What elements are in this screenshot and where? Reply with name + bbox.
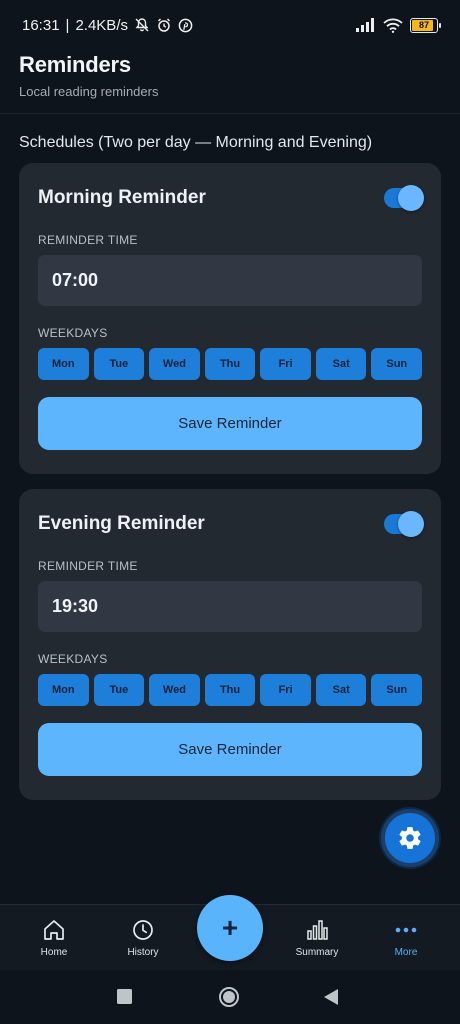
day-chip-fri[interactable]: Fri (260, 674, 311, 706)
status-net-speed: 2.4KB/s (75, 16, 128, 34)
add-button[interactable]: + (197, 895, 263, 961)
nav-item-more[interactable]: More (371, 919, 441, 958)
mute-icon (134, 17, 150, 33)
nav-label-history: History (127, 947, 159, 958)
more-icon (395, 919, 417, 941)
day-chip-mon[interactable]: Mon (38, 674, 89, 706)
recent-apps-button[interactable] (117, 989, 132, 1009)
morning-reminder-card: Morning Reminder REMINDER TIME 07:00 WEE… (19, 163, 441, 474)
home-icon (42, 919, 66, 941)
nav-label-more: More (394, 947, 418, 958)
nav-item-home[interactable]: Home (19, 919, 89, 958)
day-chip-wed[interactable]: Wed (149, 348, 200, 380)
save-morning-reminder-button[interactable]: Save Reminder (38, 397, 422, 450)
weekday-selector: Mon Tue Wed Thu Fri Sat Sun (38, 348, 423, 380)
evening-reminder-card: Evening Reminder REMINDER TIME 19:30 WEE… (19, 489, 441, 800)
alarm-icon (156, 17, 172, 33)
day-chip-mon[interactable]: Mon (38, 348, 89, 380)
battery-percent: 87 (418, 20, 429, 30)
app-header: Reminders Local reading reminders (0, 52, 460, 114)
battery-icon: 87 (410, 17, 441, 33)
wifi-icon (383, 18, 403, 33)
toggle-knob (398, 511, 424, 537)
day-chip-tue[interactable]: Tue (93, 348, 145, 380)
card-title: Evening Reminder (38, 513, 205, 534)
weekday-selector: Mon Tue Wed Thu Fri Sat Sun (38, 674, 423, 706)
back-button[interactable] (323, 988, 339, 1011)
evening-time-input[interactable]: 19:30 (38, 581, 422, 632)
day-chip-sun[interactable]: Sun (371, 348, 423, 380)
settings-button[interactable] (381, 809, 439, 867)
day-chip-wed[interactable]: Wed (149, 674, 200, 706)
plus-icon: + (221, 912, 239, 943)
reminder-time-label: REMINDER TIME (38, 559, 138, 573)
day-chip-tue[interactable]: Tue (93, 674, 145, 706)
clock-icon (132, 919, 154, 941)
page-title: Reminders (19, 52, 131, 77)
day-chip-sat[interactable]: Sat (315, 348, 367, 380)
nav-label-home: Home (40, 947, 68, 958)
gear-icon (397, 825, 423, 851)
status-bar: 16:31 | 2.4KB/s 87 (0, 0, 460, 50)
section-title: Schedules (Two per day — Morning and Eve… (19, 134, 373, 151)
pinterest-icon (178, 18, 193, 33)
morning-enable-toggle[interactable] (384, 185, 424, 211)
status-time: 16:31 (22, 16, 60, 34)
reminder-time-label: REMINDER TIME (38, 233, 138, 247)
evening-enable-toggle[interactable] (384, 511, 424, 537)
weekdays-label: WEEKDAYS (38, 652, 108, 666)
system-nav-bar (0, 970, 460, 1024)
day-chip-thu[interactable]: Thu (204, 674, 256, 706)
bar-chart-icon (306, 919, 328, 941)
nav-item-summary[interactable]: Summary (282, 919, 352, 958)
signal-icon (356, 18, 376, 32)
home-system-button[interactable] (218, 986, 240, 1013)
morning-time-input[interactable]: 07:00 (38, 255, 422, 306)
toggle-knob (398, 185, 424, 211)
page-subtitle: Local reading reminders (19, 84, 159, 99)
day-chip-fri[interactable]: Fri (260, 348, 311, 380)
day-chip-sat[interactable]: Sat (315, 674, 367, 706)
nav-item-history[interactable]: History (108, 919, 178, 958)
day-chip-sun[interactable]: Sun (371, 674, 423, 706)
save-evening-reminder-button[interactable]: Save Reminder (38, 723, 422, 776)
nav-label-summary: Summary (295, 947, 339, 958)
weekdays-label: WEEKDAYS (38, 326, 108, 340)
day-chip-thu[interactable]: Thu (204, 348, 256, 380)
card-title: Morning Reminder (38, 187, 206, 208)
